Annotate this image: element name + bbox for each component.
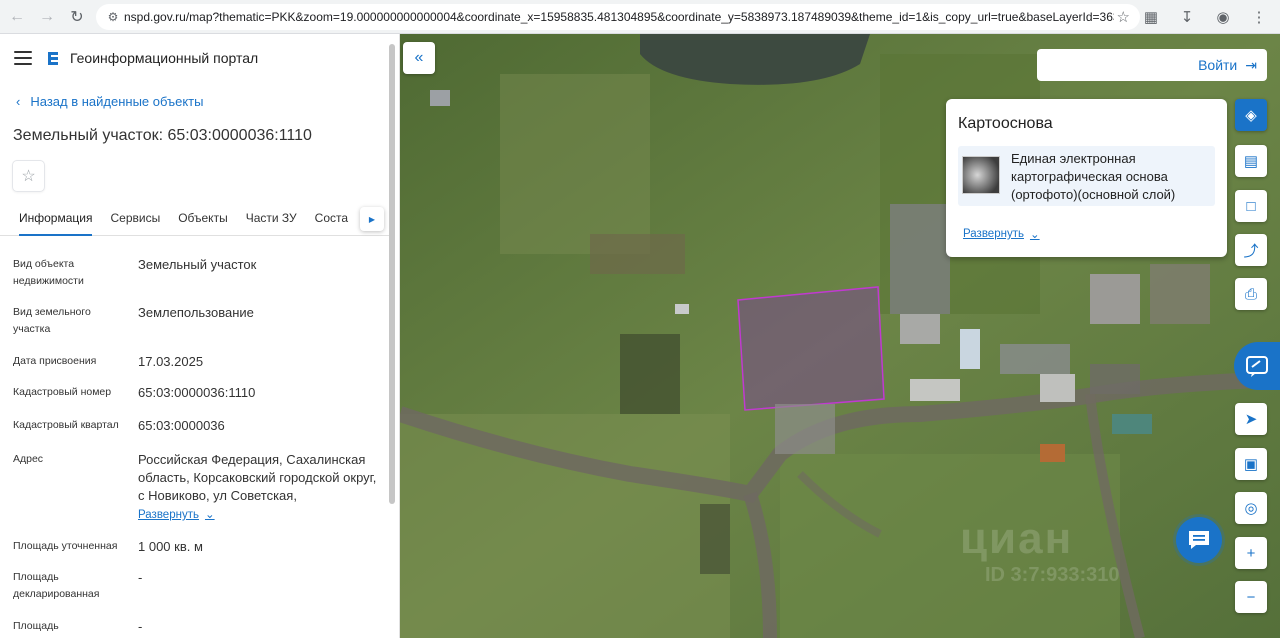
hamburger-menu-icon[interactable] (14, 51, 32, 65)
basemap-expand-label: Развернуть (963, 228, 1024, 240)
login-button[interactable]: Войти ⇥ (1037, 49, 1267, 81)
basemap-layer-name: Единая электронная картографическая осно… (1011, 151, 1176, 202)
property-value: 65:03:0000036:1110 (138, 385, 256, 400)
tabs-scroll-right-icon[interactable]: ▶ (360, 207, 384, 231)
basemap-thumbnail (962, 156, 1000, 194)
profile-icon[interactable]: ◉ (1210, 4, 1236, 30)
property-key: Кадастровый номер (13, 386, 112, 398)
sidebar: Геоинформационный портал ‹ Назад в найде… (0, 34, 400, 638)
map-view[interactable]: циан ID 3:7:933:310 « Войти ⇥ Картооснов… (400, 34, 1280, 638)
chevron-down-icon: ⌄ (1029, 229, 1040, 241)
share-icon[interactable]: ⤴ (1235, 234, 1267, 266)
address-bar[interactable]: ⚙ nspd.gov.ru/map?thematic=PKK&zoom=19.0… (96, 4, 1140, 30)
tab-services[interactable]: Сервисы (110, 204, 160, 236)
layers-icon[interactable]: ◈ (1235, 99, 1267, 131)
back-to-results-link[interactable]: ‹ Назад в найденные объекты (16, 94, 203, 109)
tab-parts[interactable]: Части ЗУ (246, 204, 297, 236)
watermark-text: циан (960, 514, 1074, 563)
ruler-icon[interactable]: ▤ (1235, 145, 1267, 177)
property-value: Российская Федерация, Сахалинская област… (138, 451, 386, 524)
property-value: - (138, 619, 143, 634)
sidebar-scrollbar[interactable] (389, 44, 395, 504)
print-icon[interactable]: ⎙ (1235, 278, 1267, 310)
property-value: Земельный участок (138, 257, 257, 272)
feedback-icon (1246, 356, 1268, 377)
browser-toolbar: ← → ↻ ⚙ nspd.gov.ru/map?thematic=PKK&zoo… (0, 0, 1280, 34)
page-title: Земельный участок: 65:03:0000036:1110 (13, 127, 312, 144)
geolocation-icon[interactable]: ◎ (1235, 492, 1267, 524)
property-value: 65:03:0000036 (138, 418, 225, 433)
basemap-layer-item[interactable]: Единая электронная картографическая осно… (958, 146, 1215, 206)
back-link-label: Назад в найденные объекты (30, 94, 204, 109)
property-key: Кадастровый квартал (13, 419, 119, 431)
tab-composition[interactable]: Соста (315, 204, 348, 236)
chevron-left-icon: ‹ (16, 94, 21, 109)
property-value: Землепользование (138, 305, 254, 320)
basemap-expand-link[interactable]: Развернуть ⌄ (963, 227, 1040, 241)
favorite-star-button[interactable]: ☆ (12, 160, 45, 192)
menu-dots-icon[interactable]: ⋮ (1246, 4, 1272, 30)
tab-information[interactable]: Информация (19, 204, 93, 236)
zoom-out-icon[interactable]: − (1235, 581, 1267, 613)
bookmark-star-icon[interactable]: ☆ (1117, 8, 1130, 26)
property-key: Дата присвоения (13, 355, 97, 367)
feedback-tab-icon[interactable] (1234, 342, 1280, 390)
forward-arrow-icon[interactable]: → (34, 4, 60, 30)
map-toolbar: ◈ ▤ □ ⤴ ⎙ ➤ ▣ ◎ + − (1235, 34, 1267, 638)
expand-label: Развернуть (138, 509, 199, 521)
area-select-icon[interactable]: □ (1235, 190, 1267, 222)
address-expand-link[interactable]: Развернуть ⌄ (138, 506, 215, 524)
property-key: Площадь уточненная (13, 540, 118, 552)
property-value: 1 000 кв. м (138, 539, 203, 554)
chat-button[interactable] (1176, 517, 1222, 563)
tab-bar: Информация Сервисы Объекты Части ЗУ Сост… (0, 204, 390, 236)
property-key: Вид земельного участка (13, 306, 91, 335)
download-icon[interactable]: ↧ (1174, 4, 1200, 30)
minimap-icon[interactable]: ▣ (1235, 448, 1267, 480)
basemap-title: Картооснова (958, 115, 1053, 132)
site-settings-icon[interactable]: ⚙ (102, 10, 124, 24)
address-text: Российская Федерация, Сахалинская област… (138, 452, 377, 503)
portal-title: Геоинформационный портал (70, 50, 259, 66)
property-key: Площадь декларированная (13, 571, 100, 600)
zoom-in-icon[interactable]: + (1235, 537, 1267, 569)
url-text[interactable]: nspd.gov.ru/map?thematic=PKK&zoom=19.000… (124, 10, 1114, 24)
tab-objects[interactable]: Объекты (178, 204, 228, 236)
basemap-panel: Картооснова Единая электронная картограф… (946, 99, 1227, 257)
sidebar-header: Геоинформационный портал (0, 34, 399, 82)
chevron-down-icon: ⌄ (204, 509, 215, 521)
back-arrow-icon[interactable]: ← (4, 4, 30, 30)
chat-icon (1189, 531, 1209, 549)
watermark-id: ID 3:7:933:310 (985, 564, 1120, 586)
property-key: Адрес (13, 453, 44, 465)
reload-icon[interactable]: ↻ (64, 4, 90, 30)
login-label: Войти (1198, 57, 1238, 73)
extensions-icon[interactable]: ▦ (1138, 4, 1164, 30)
property-key: Вид объекта недвижимости (13, 258, 84, 287)
locate-icon[interactable]: ➤ (1235, 403, 1267, 435)
property-value: 17.03.2025 (138, 354, 204, 369)
property-value: - (138, 570, 143, 585)
portal-logo-icon (48, 52, 58, 65)
property-key: Площадь (13, 620, 59, 632)
collapse-sidebar-button[interactable]: « (403, 42, 435, 74)
